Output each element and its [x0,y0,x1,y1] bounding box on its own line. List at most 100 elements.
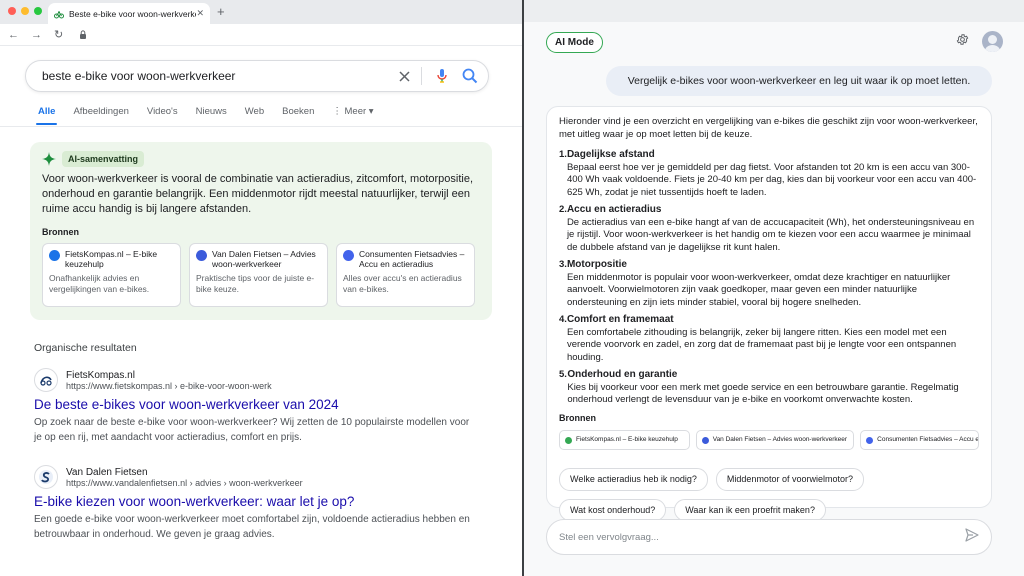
result-title-link[interactable]: De beste e-bikes voor woon-werkverkeer v… [34,397,474,412]
source-chip-icon [701,436,709,444]
item-title: Accu en actieradius [566,204,662,215]
tabs-divider [0,126,522,127]
ai-summary-text: Voor woon-werkverkeer is vooral de combi… [42,173,474,215]
tab-alle[interactable]: Alle [35,106,58,125]
item-text: Kies bij voorkeur voor een merk met goed… [567,381,959,406]
source-description: Praktische tips voor de juiste e-bike ke… [196,273,315,294]
tab-meer[interactable]: ⋮ Meer ▾ [332,106,373,117]
vandalen-logo-icon [34,465,58,489]
source-chips: FietsKompas.nl – E-bike keuzehulp Van Da… [559,430,979,450]
suggestion-chip[interactable]: Welke actieradius heb ik nodig? [559,468,708,491]
answer-sources-label: Bronnen [559,412,596,423]
new-tab-button[interactable]: + [217,4,225,19]
ai-summary-header: AI-samenvatting [42,151,480,167]
suggestion-row: Wat kost onderhoud? Waar kan ik een proe… [559,498,979,521]
source-description: Onafhankelijk advies en vergelijkingen v… [49,273,150,294]
search-result: FietsKompas.nl https://www.fietskompas.n… [34,368,474,445]
result-site-name: Van Dalen Fietsen [66,466,148,478]
source-card[interactable]: Consumenten Fietsadvies – Accu en actier… [336,243,475,307]
sources-label: Bronnen [42,227,79,237]
tab-videos[interactable]: Video's [147,106,178,117]
suggestion-chip[interactable]: Wat kost onderhoud? [559,498,667,521]
sources-row: FietsKompas.nl – E-bike keuzehulp Onafha… [42,243,480,307]
item-title: Comfort en framemaat [566,314,674,325]
answer-list-item: 4. Comfort en framemaat Een comfortabele… [559,314,979,364]
item-number: 2. [559,204,567,215]
tab-close-icon[interactable]: ✕ [196,8,204,19]
answer-list-item: 1. Dagelijkse afstand Bepaal eerst hoe v… [559,149,979,199]
answer-list-item: 3. Motorpositie Een middenmotor is popul… [559,259,979,309]
result-title-link[interactable]: E-bike kiezen voor woon-werkverkeer: waa… [34,494,474,509]
search-query[interactable]: beste e-bike voor woon-werkverkeer [42,69,384,83]
back-arrow-icon[interactable]: ← [8,29,19,41]
item-number: 4. [559,314,567,325]
source-chip-icon [866,436,874,444]
source-chip-label: Van Dalen Fietsen – Advies woon-werkverk… [712,435,847,443]
tab-afbeeldingen[interactable]: Afbeeldingen [73,106,128,117]
tab-nieuws[interactable]: Nieuws [196,106,227,117]
source-chip[interactable]: Consumenten Fietsadvies – Accu en actier… [860,430,979,450]
suggestion-chip[interactable]: Middenmotor of voorwielmotor? [715,468,864,491]
item-number: 1. [559,149,567,160]
source-logo-icon [196,250,207,261]
forward-arrow-icon[interactable]: → [31,29,42,41]
source-card[interactable]: Van Dalen Fietsen – Advies woon-werkverk… [189,243,328,307]
send-icon[interactable] [965,527,979,547]
suggestion-row: Welke actieradius heb ik nodig? Middenmo… [559,468,979,491]
source-card[interactable]: FietsKompas.nl – E-bike keuzehulp Onafha… [42,243,181,307]
answer-intro: Hieronder vind je een overzicht en verge… [559,116,978,140]
result-url: https://www.fietskompas.nl › e-bike-voor… [66,380,272,391]
result-url: https://www.vandalenfietsen.nl › advies … [66,477,303,488]
followup-box[interactable] [546,519,992,555]
lock-icon[interactable] [79,30,87,39]
answer-list-item: 5. Onderhoud en garantie Kies bij voorke… [559,369,979,407]
result-snippet: Een goede e-bike voor woon-werkverkeer m… [34,514,470,540]
ai-mode-button[interactable]: AI Mode [546,32,603,53]
bike-favicon-icon [54,10,64,18]
result-site[interactable]: Van Dalen Fietsen https://www.vandalenfi… [34,465,474,489]
ai-summary-panel: AI-samenvatting Voor woon-werkverkeer is… [30,142,492,320]
gear-icon[interactable] [956,33,969,51]
source-title: Van Dalen Fietsen – Advies woon-werkverk… [212,249,316,269]
tab-meer-label: Meer [344,106,367,117]
search-box[interactable]: beste e-bike voor woon-werkverkeer [25,60,489,92]
item-text: Een comfortabele zithouding is belangrij… [566,326,957,363]
followup-input[interactable] [559,531,965,543]
item-title: Motorpositie [566,259,627,270]
window-controls [8,7,42,15]
reload-icon[interactable]: ↻ [54,28,63,41]
source-chip[interactable]: Van Dalen Fietsen – Advies woon-werkverk… [695,430,855,450]
avatar[interactable] [982,31,1003,52]
close-window-dot[interactable] [8,7,16,15]
clear-icon[interactable] [398,70,411,83]
source-chip-label: Consumenten Fietsadvies – Accu en actier… [877,435,979,443]
source-logo-icon [49,250,60,261]
item-text: Bepaal eerst hoe ver je gemiddeld per da… [566,161,977,198]
item-title: Dagelijkse afstand [566,149,655,160]
source-chip-label: FietsKompas.nl – E-bike keuzehulp [576,435,678,443]
microphone-icon[interactable] [436,68,448,84]
browser-tab[interactable]: Beste e-bike voor woon-werkverkeer ✕ [48,3,210,24]
source-chip-icon [565,436,572,444]
item-number: 3. [559,259,567,270]
ai-summary-badge: AI-samenvatting [62,151,145,167]
source-chip[interactable]: FietsKompas.nl – E-bike keuzehulp [559,430,690,450]
search-divider [421,67,422,85]
fietskompas-logo-icon [34,368,58,392]
zoom-window-dot[interactable] [34,7,42,15]
suggestion-chip[interactable]: Waar kan ik een proefrit maken? [674,498,826,521]
result-snippet: Op zoek naar de beste e-bike voor woon-w… [34,417,470,443]
tab-web[interactable]: Web [245,106,264,117]
search-result: Van Dalen Fietsen https://www.vandalenfi… [34,465,474,542]
search-tabs: Alle Afbeeldingen Video's Nieuws Web Boe… [35,106,374,125]
search-icon[interactable] [462,68,478,84]
sparkle-icon [42,152,56,166]
browser-window: Beste e-bike voor woon-werkverkeer ✕ + ←… [0,0,522,576]
minimize-window-dot[interactable] [21,7,29,15]
source-logo-icon [343,250,354,261]
source-title: Consumenten Fietsadvies – Accu en actier… [359,249,465,269]
tab-title: Beste e-bike voor woon-werkverkeer [69,8,197,19]
result-site[interactable]: FietsKompas.nl https://www.fietskompas.n… [34,368,474,392]
ai-mode-panel: AI Mode Vergelijk e-bikes voor woon-werk… [524,0,1024,576]
tab-boeken[interactable]: Boeken [282,106,314,117]
